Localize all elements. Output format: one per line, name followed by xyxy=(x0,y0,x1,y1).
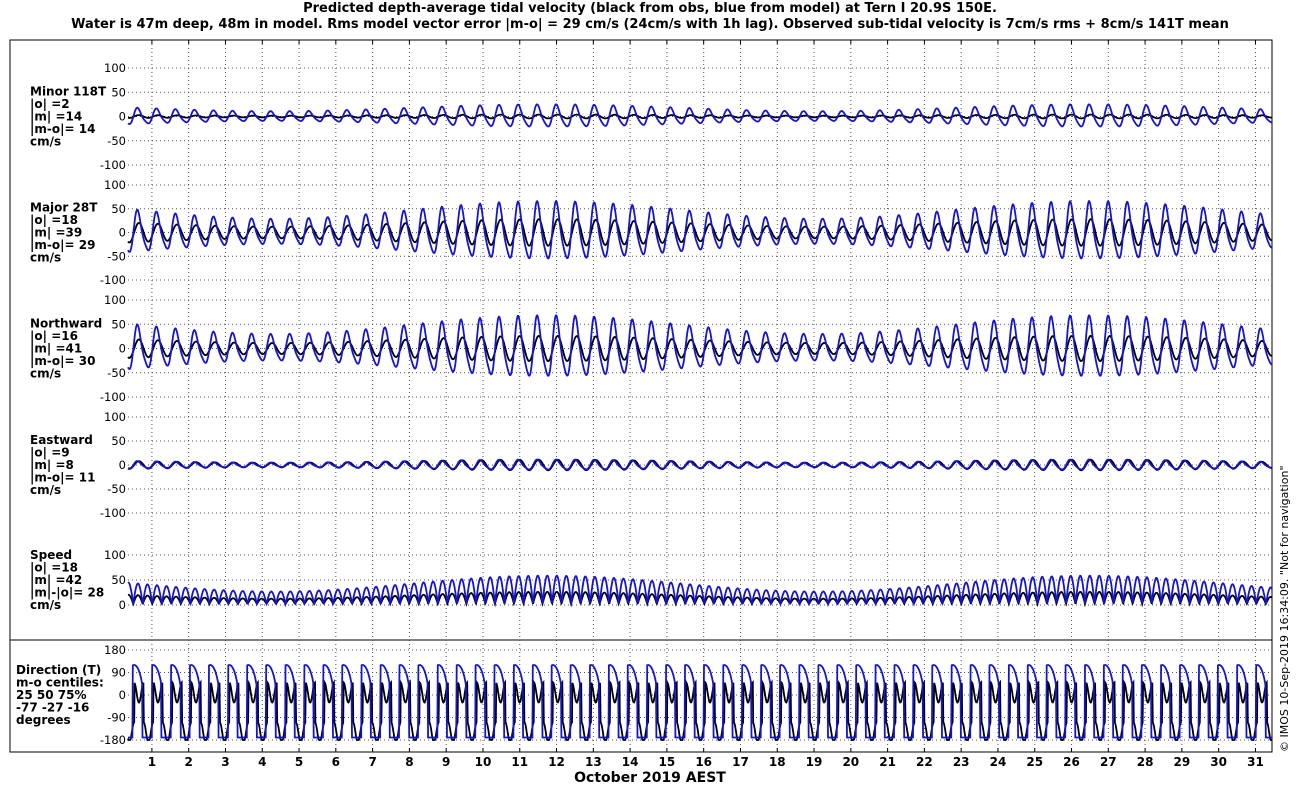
y-tick-label: 0 xyxy=(119,342,126,356)
y-tick-label: -50 xyxy=(107,366,126,380)
y-tick-label: -90 xyxy=(107,711,126,725)
y-tick-label: 100 xyxy=(104,410,126,424)
x-axis-label: October 2019 AEST xyxy=(574,770,726,786)
x-tick-label: 30 xyxy=(1210,755,1227,769)
series-obs-speed xyxy=(127,590,1273,608)
x-tick-label: 8 xyxy=(405,755,413,769)
x-tick-label: 25 xyxy=(1026,755,1043,769)
y-tick-label: 50 xyxy=(111,434,126,448)
y-tick-label: -100 xyxy=(100,390,126,404)
x-tick-labels: 1 2 3 4 5 6 7 8 9 10 11 12 13 14 15 16 17 18 19 20 21 22 23 24 2… xyxy=(148,755,1264,769)
y-tick-label: -50 xyxy=(107,482,126,496)
y-tick-label: 90 xyxy=(111,666,126,680)
x-tick-label: 3 xyxy=(221,755,229,769)
series-model-minor xyxy=(127,103,1273,128)
y-tick-label: 100 xyxy=(104,548,126,562)
x-tick-label: 4 xyxy=(258,755,266,769)
panel-direction-label: degrees xyxy=(16,713,71,727)
x-tick-label: 21 xyxy=(879,755,896,769)
x-tick-label: 22 xyxy=(916,755,933,769)
x-tick-label: 9 xyxy=(442,755,450,769)
series-model-direction xyxy=(128,664,1272,739)
y-tick-label: -100 xyxy=(100,506,126,520)
x-tick-label: 19 xyxy=(806,755,823,769)
y-tick-label: -100 xyxy=(100,158,126,172)
x-tick-label: 18 xyxy=(769,755,786,769)
series-lines xyxy=(127,103,1273,741)
y-tick-label: -100 xyxy=(100,273,126,287)
series-obs-direction xyxy=(127,679,1272,741)
panel-northward-label: cm/s xyxy=(30,367,61,381)
y-tick-label: 50 xyxy=(111,202,126,216)
x-tick-label: 10 xyxy=(475,755,492,769)
y-tick-label: 50 xyxy=(111,573,126,587)
y-tick-label: -180 xyxy=(100,733,126,747)
y-tick-label: 50 xyxy=(111,317,126,331)
y-tick-label: 100 xyxy=(104,293,126,307)
x-tick-label: 12 xyxy=(548,755,565,769)
panel-minor-label: cm/s xyxy=(30,135,61,149)
credit-text: © IMOS 10-Sep-2019 16:34:09. "Not for na… xyxy=(1278,465,1291,752)
x-tick-label: 11 xyxy=(511,755,528,769)
series-model-major xyxy=(127,199,1273,260)
x-tick-label: 31 xyxy=(1247,755,1264,769)
panel-frames xyxy=(9,39,1273,753)
y-tick-label: -50 xyxy=(107,249,126,263)
x-tick-label: 13 xyxy=(585,755,602,769)
x-tick-label: 27 xyxy=(1100,755,1117,769)
y-tick-label: 100 xyxy=(104,178,126,192)
x-tick-label: 6 xyxy=(332,755,340,769)
x-tick-label: 7 xyxy=(368,755,376,769)
y-tick-label: 50 xyxy=(111,85,126,99)
x-tick-label: 14 xyxy=(622,755,639,769)
x-tick-label: 29 xyxy=(1174,755,1191,769)
panel-frame-0 xyxy=(9,39,1273,641)
y-tick-label: 0 xyxy=(119,110,126,124)
tidal-velocity-chart: Minor 118T|o| =2|m| =14|m-o|= 14cm/sMajo… xyxy=(9,39,1273,769)
x-tick-label: 16 xyxy=(695,755,712,769)
grid-lines xyxy=(124,40,1272,752)
y-tick-label: 0 xyxy=(119,688,126,702)
y-tick-label: 0 xyxy=(119,598,126,612)
y-tick-label: 0 xyxy=(119,226,126,240)
panel-major-label: cm/s xyxy=(30,251,61,265)
x-tick-label: 20 xyxy=(842,755,859,769)
x-tick-label: 28 xyxy=(1137,755,1154,769)
panel-labels: Minor 118T|o| =2|m| =14|m-o|= 14cm/sMajo… xyxy=(16,85,107,728)
y-tick-labels: 100 50 0 -50 -100 100 50 0 -50 -100 100 50 0 -50 -100 1… xyxy=(100,61,126,747)
x-tick-label: 2 xyxy=(185,755,193,769)
panel-eastward-label: cm/s xyxy=(30,483,61,497)
x-tick-label: 24 xyxy=(990,755,1007,769)
y-tick-label: 180 xyxy=(104,643,126,657)
x-tick-label: 23 xyxy=(953,755,970,769)
x-tick-label: 1 xyxy=(148,755,156,769)
x-tick-label: 17 xyxy=(732,755,749,769)
y-tick-label: -50 xyxy=(107,134,126,148)
x-tick-label: 26 xyxy=(1063,755,1080,769)
y-tick-label: 100 xyxy=(104,61,126,75)
panel-speed-label: cm/s xyxy=(30,598,61,612)
y-tick-label: 0 xyxy=(119,458,126,472)
x-tick-label: 5 xyxy=(295,755,303,769)
x-tick-label: 15 xyxy=(659,755,676,769)
